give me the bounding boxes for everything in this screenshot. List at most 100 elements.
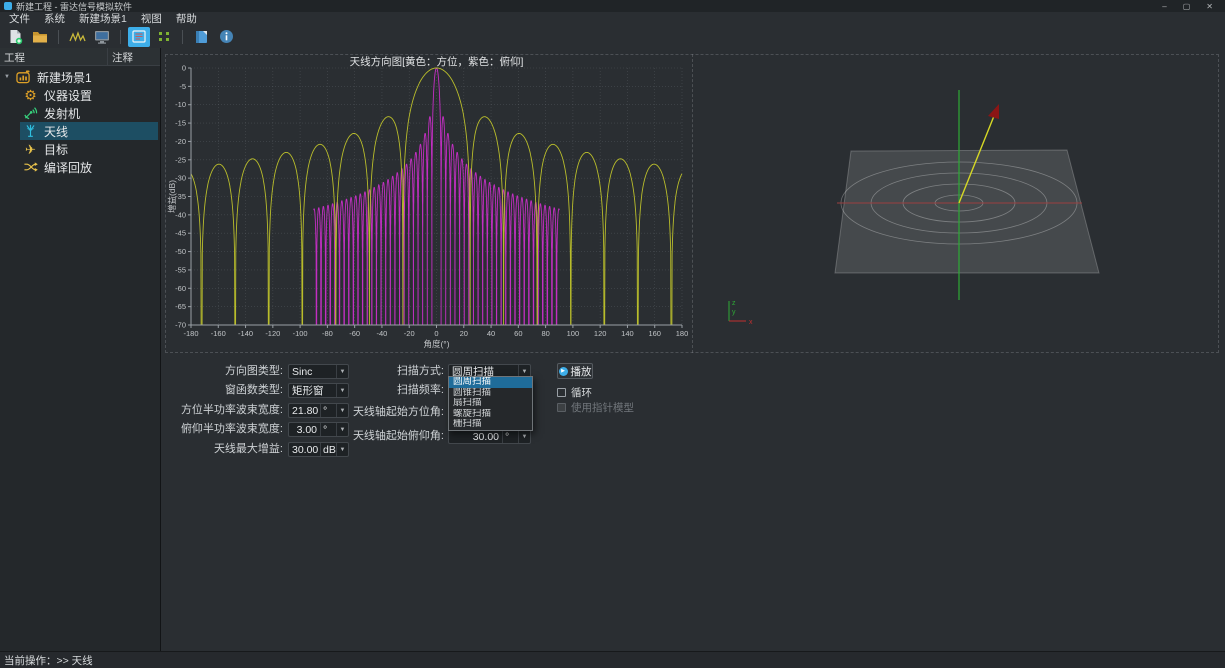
tree-item-label: 仪器设置 [44, 87, 92, 104]
status-bar: 当前操作：>> 天线 [0, 651, 1225, 668]
scan-option-1[interactable]: 圆锥扫描 [449, 388, 532, 399]
loop-checkbox[interactable] [557, 388, 566, 397]
boresight-arrowhead [988, 104, 999, 119]
scene-config-button[interactable] [128, 27, 150, 47]
tree-item-antenna[interactable]: 天线 [20, 122, 158, 140]
svg-text:-20: -20 [404, 329, 415, 338]
start-elevation-spinner[interactable]: 30.00 ° ▼ [448, 429, 531, 444]
start-elevation-label: 天线轴起始俯仰角: [321, 429, 444, 444]
svg-text:天线方向图[黄色：方位，紫色：俯仰]: 天线方向图[黄色：方位，紫色：俯仰] [350, 55, 524, 68]
svg-text:-65: -65 [175, 302, 186, 311]
max-gain-label: 天线最大增益: [171, 442, 283, 457]
svg-text:-100: -100 [293, 329, 308, 338]
svg-text:-140: -140 [238, 329, 253, 338]
svg-text:-10: -10 [175, 100, 186, 109]
svg-text:-60: -60 [175, 284, 186, 293]
waveform-button[interactable] [66, 27, 88, 47]
tree-item-label: 天线 [44, 123, 68, 140]
menu-item-4[interactable]: 帮助 [169, 11, 204, 26]
svg-text:-15: -15 [175, 119, 186, 128]
gear-icon: ⚙ [22, 87, 39, 103]
chevron-down-icon: ▼ [336, 443, 348, 456]
chevron-down-icon: ▼ [518, 430, 530, 443]
svg-text:0: 0 [434, 329, 438, 338]
menu-item-2[interactable]: 新建场景1 [72, 11, 134, 26]
svg-text:角度(°): 角度(°) [423, 339, 449, 349]
svg-text:100: 100 [567, 329, 580, 338]
open-project-button[interactable] [29, 27, 51, 47]
scene-config-icon [132, 30, 146, 43]
tree-item-transmitter[interactable]: 发射机 [20, 104, 158, 122]
expand-arrow-icon[interactable]: ▼ [4, 74, 13, 80]
antenna-3d-view[interactable]: z y x [693, 55, 1219, 353]
tree-header-note: 注释 [108, 48, 160, 65]
svg-text:180: 180 [676, 329, 689, 338]
scan-option-3[interactable]: 螺旋扫描 [449, 409, 532, 420]
scan-option-2[interactable]: 扇扫描 [449, 398, 532, 409]
menu-item-0[interactable]: 文件 [2, 11, 37, 26]
antenna-pattern-chart: -180-160-140-120-100-80-60-40-2002040608… [166, 55, 693, 353]
svg-text:-40: -40 [377, 329, 388, 338]
menu-item-1[interactable]: 系统 [37, 11, 72, 26]
start-azimuth-label: 天线轴起始方位角: [321, 405, 444, 420]
svg-text:80: 80 [541, 329, 549, 338]
svg-text:-55: -55 [175, 265, 186, 274]
svg-text:120: 120 [594, 329, 607, 338]
svg-text:-160: -160 [211, 329, 226, 338]
svg-text:20: 20 [460, 329, 468, 338]
tree-header-project: 工程 [0, 48, 108, 65]
new-project-button[interactable] [4, 27, 26, 47]
max-gain-spinner[interactable]: 30.00 dB ▼ [288, 442, 349, 457]
menu-item-3[interactable]: 视图 [134, 11, 169, 26]
toolbar-separator [182, 30, 183, 44]
svg-text:-5: -5 [179, 82, 186, 91]
svg-text:-25: -25 [175, 155, 186, 164]
tree-item-scene[interactable]: ▼ 新建场景1 [0, 68, 160, 86]
notebook-icon [195, 30, 208, 44]
notebook-button[interactable] [190, 27, 212, 47]
toolbar [0, 25, 1225, 49]
maximize-button[interactable]: ▢ [1183, 2, 1191, 11]
svg-text:-45: -45 [175, 229, 186, 238]
play-icon: ▶ [559, 367, 568, 376]
axis-x-label: x [749, 319, 753, 326]
tree-item-playback[interactable]: 编译回放 [20, 158, 158, 176]
menu-bar: 文件系统新建场景1视图帮助 [0, 12, 1225, 25]
svg-text:增益(dB): 增益(dB) [167, 180, 177, 213]
tree-item-label: 编译回放 [44, 159, 92, 176]
svg-text:-180: -180 [183, 329, 198, 338]
svg-text:-120: -120 [265, 329, 280, 338]
target-icon: ✈ [22, 141, 39, 157]
info-button[interactable] [215, 27, 237, 47]
azimuth-beamwidth-label: 方位半功率波束宽度: [171, 403, 283, 418]
tree-header: 工程 注释 [0, 48, 160, 66]
svg-text:-70: -70 [175, 321, 186, 330]
scan-option-4[interactable]: 栅扫描 [449, 419, 532, 430]
app-icon [4, 2, 12, 10]
svg-text:140: 140 [621, 329, 634, 338]
svg-text:60: 60 [514, 329, 522, 338]
tree-item-label: 新建场景1 [37, 69, 92, 86]
minimize-button[interactable]: – [1162, 2, 1166, 11]
pointer-model-checkbox-row: 使用指针模型 [557, 400, 634, 415]
tree-item-instrument[interactable]: ⚙ 仪器设置 [20, 86, 158, 104]
tree-item-target[interactable]: ✈目标 [20, 140, 158, 158]
monitor-button[interactable] [91, 27, 113, 47]
scan-freq-label: 扫描频率: [321, 383, 444, 398]
loop-checkbox-row[interactable]: 循环 [557, 385, 592, 400]
toolbar-separator [120, 30, 121, 44]
info-icon [219, 29, 234, 44]
scan-mode-dropdown: 圆周扫描圆锥扫描扇扫描螺旋扫描栅扫描 [448, 376, 533, 431]
close-button[interactable]: ✕ [1206, 2, 1213, 11]
scan-option-0[interactable]: 圆周扫描 [449, 377, 532, 388]
svg-text:0: 0 [182, 64, 186, 73]
window-func-label: 窗函数类型: [171, 383, 283, 398]
transmitter-icon [22, 105, 39, 121]
playback-icon [22, 159, 39, 175]
layout-dots-icon [157, 30, 171, 43]
play-button[interactable]: ▶ 播放 [557, 363, 593, 379]
scene-icon [15, 69, 32, 85]
layout-dots-button[interactable] [153, 27, 175, 47]
toolbar-separator [58, 30, 59, 44]
tree-item-label: 发射机 [44, 105, 80, 122]
